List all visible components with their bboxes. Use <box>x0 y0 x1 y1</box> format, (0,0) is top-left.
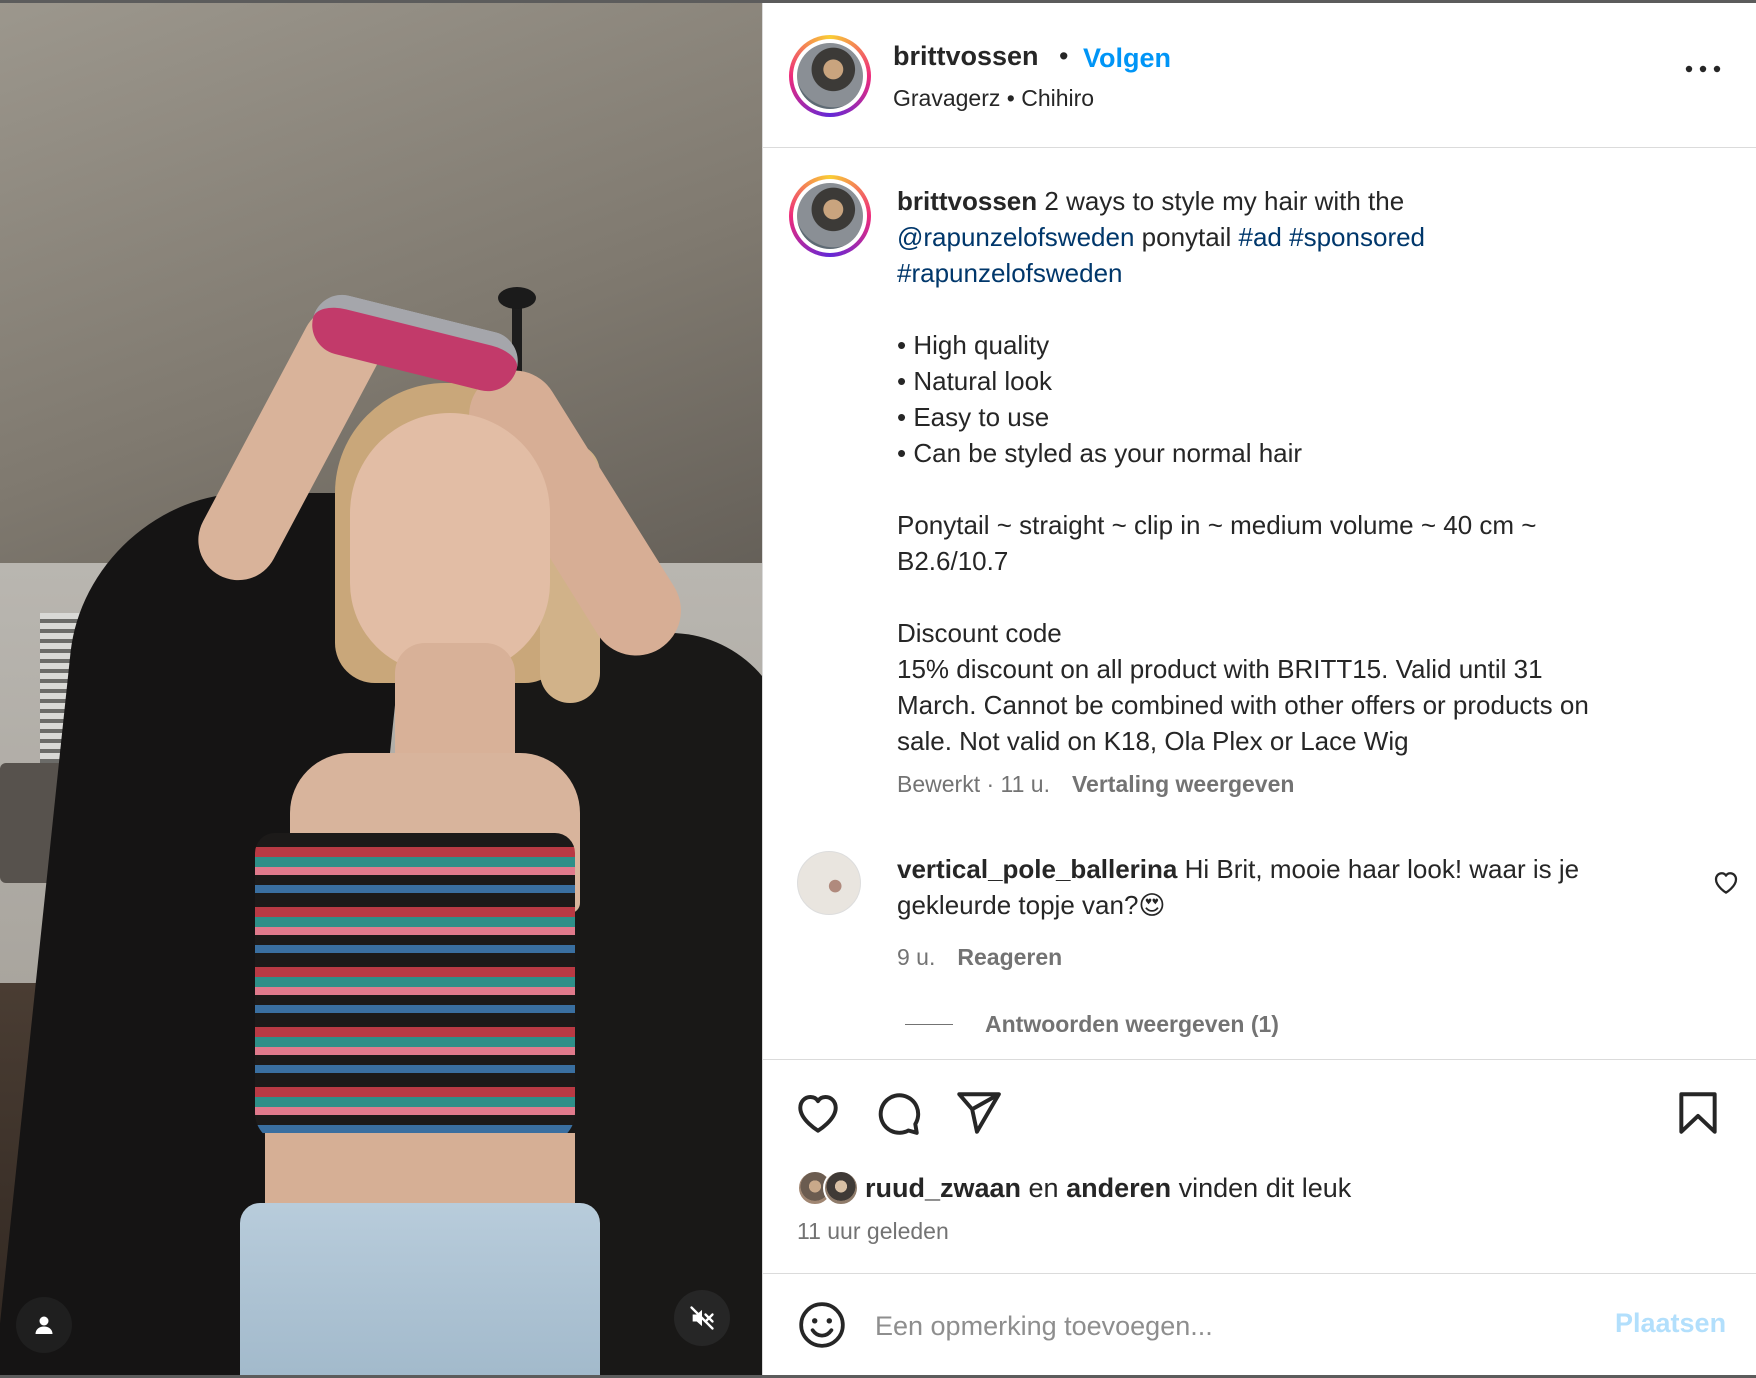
likes-connector: en <box>1021 1172 1067 1203</box>
post-timestamp: 11 uur geleden <box>797 1218 949 1244</box>
replies-divider <box>905 1024 953 1025</box>
add-comment-bar: Plaatsen <box>763 1273 1756 1378</box>
discount-title: Discount code <box>897 618 1062 648</box>
author-avatar[interactable] <box>789 35 871 117</box>
comment-input[interactable] <box>875 1304 1575 1348</box>
more-options-icon[interactable] <box>1683 59 1723 79</box>
caption-bullet: • Natural look <box>897 366 1053 396</box>
hashtag-ad[interactable]: #ad <box>1239 222 1282 252</box>
show-translation-button[interactable]: Vertaling weergeven <box>1072 771 1294 797</box>
follow-button[interactable]: Volgen <box>1083 43 1171 74</box>
paper-plane-icon[interactable] <box>953 1088 1003 1138</box>
bookmark-icon[interactable] <box>1673 1088 1723 1138</box>
smiley-icon[interactable] <box>797 1300 847 1350</box>
product-details-line: Ponytail ~ straight ~ clip in ~ medium v… <box>897 510 1537 540</box>
likes-summary[interactable]: ruud_zwaan en anderen vinden dit leuk <box>797 1170 1351 1206</box>
comment-text: vertical_pole_ballerina Hi Brit, mooie h… <box>897 851 1657 923</box>
liker-username[interactable]: ruud_zwaan <box>865 1173 1021 1203</box>
comment-like-heart-icon[interactable] <box>1711 867 1741 897</box>
patterned-top <box>255 833 575 1143</box>
face <box>350 413 550 673</box>
view-replies-label: Antwoorden weergeven (1) <box>985 1011 1279 1037</box>
caption-meta: Bewerkt · 11 u. Vertaling weergeven <box>897 771 1294 798</box>
user-icon <box>35 1316 53 1334</box>
caption-username[interactable]: brittvossen <box>897 186 1037 216</box>
author-username[interactable]: brittvossen <box>893 41 1039 72</box>
caption-bullet: • High quality <box>897 330 1050 360</box>
caption-author-avatar[interactable] <box>789 175 871 257</box>
comment-bubble-icon[interactable] <box>873 1088 923 1138</box>
reply-button[interactable]: Reageren <box>957 944 1062 970</box>
discount-line: 15% discount on all product with BRITT15… <box>897 654 1543 684</box>
video-person <box>0 273 762 1375</box>
discount-line: March. Cannot be combined with other off… <box>897 690 1589 720</box>
caption-bullet: • Can be styled as your normal hair <box>897 438 1303 468</box>
comment-time: 9 u. <box>897 944 936 970</box>
jeans <box>240 1203 600 1375</box>
post-details-panel: brittvossen • Volgen Gravagerz • Chihiro… <box>762 3 1756 1378</box>
post-caption: brittvossen 2 ways to style my hair with… <box>897 183 1717 759</box>
speaker-muted-icon <box>690 1306 714 1330</box>
hashtag-sponsored[interactable]: #sponsored <box>1289 222 1425 252</box>
audio-track-link[interactable]: Gravagerz • Chihiro <box>893 85 1094 112</box>
liker-avatar <box>823 1170 859 1206</box>
product-details-line: B2.6/10.7 <box>897 546 1009 576</box>
post-comment-button[interactable]: Plaatsen <box>1615 1308 1726 1339</box>
post-video[interactable] <box>0 3 762 1375</box>
post-header: brittvossen • Volgen Gravagerz • Chihiro <box>763 3 1756 148</box>
post-actions: ruud_zwaan en anderen vinden dit leuk 11… <box>763 1059 1756 1274</box>
caption-edited-time: Bewerkt · 11 u. <box>897 771 1050 797</box>
caption-ponytail-word: ponytail <box>1134 222 1239 252</box>
likes-suffix: vinden dit leuk <box>1171 1172 1352 1203</box>
mute-toggle-button[interactable] <box>674 1290 730 1346</box>
caption-intro: 2 ways to style my hair with the <box>1037 186 1405 216</box>
tagged-users-button[interactable] <box>16 1297 72 1353</box>
heart-icon[interactable] <box>793 1088 843 1138</box>
likes-others[interactable]: anderen <box>1066 1173 1171 1203</box>
caption-bullet: • Easy to use <box>897 402 1050 432</box>
commenter-username[interactable]: vertical_pole_ballerina <box>897 854 1177 884</box>
commenter-avatar[interactable] <box>797 851 861 915</box>
comment-meta: 9 u. Reageren <box>897 944 1062 971</box>
header-separator: • <box>1059 41 1069 71</box>
hashtag-brand[interactable]: #rapunzelofsweden <box>897 258 1123 288</box>
mention-link[interactable]: @rapunzelofsweden <box>897 222 1134 252</box>
discount-line: sale. Not valid on K18, Ola Plex or Lace… <box>897 726 1409 756</box>
comments-scroll-area[interactable]: brittvossen 2 ways to style my hair with… <box>763 149 1756 1059</box>
view-replies-button[interactable]: Antwoorden weergeven (1) <box>905 1011 1279 1038</box>
